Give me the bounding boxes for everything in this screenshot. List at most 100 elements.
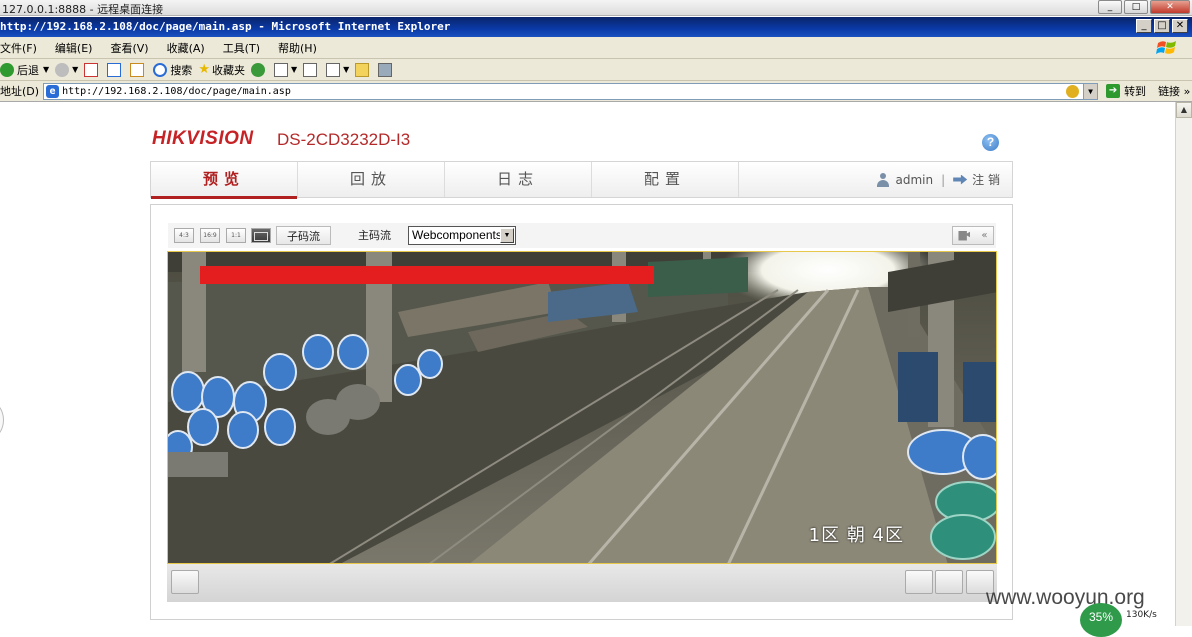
sub-stream-tab[interactable]: 子码流 bbox=[276, 226, 331, 245]
search-button[interactable]: 搜索 bbox=[153, 62, 192, 78]
ptz-toggle-button[interactable]: « bbox=[952, 226, 994, 245]
ratio-1-1-button[interactable]: 1:1 bbox=[226, 228, 246, 243]
favorites-button[interactable]: ★ 收藏夹 bbox=[198, 62, 245, 78]
star-icon: ★ bbox=[198, 62, 210, 77]
home-button[interactable] bbox=[130, 62, 147, 77]
ratio-auto-button[interactable] bbox=[251, 228, 271, 243]
main-stream-tab[interactable]: 主码流 bbox=[348, 226, 401, 245]
mail-dropdown-icon[interactable]: ▼ bbox=[291, 65, 297, 74]
preview-control-bar: 4:3 16:9 1:1 子码流 主码流 Webcomponents ▼ « bbox=[168, 223, 996, 248]
collapse-chevron-icon: « bbox=[981, 230, 988, 241]
plugin-dropdown-icon[interactable]: ▼ bbox=[500, 228, 514, 243]
remote-desktop-controls: _ □ ✕ bbox=[1098, 0, 1190, 14]
mail-button[interactable]: ▼ bbox=[273, 62, 297, 77]
edit-button[interactable]: ▼ bbox=[326, 62, 349, 77]
stop-icon bbox=[84, 62, 99, 77]
home-icon bbox=[130, 62, 145, 77]
print-button[interactable] bbox=[303, 62, 320, 77]
mail-icon bbox=[273, 62, 288, 77]
scroll-up-icon[interactable]: ▲ bbox=[1176, 102, 1192, 118]
ratio-4-3-button[interactable]: 4:3 bbox=[174, 228, 194, 243]
tab-playback[interactable]: 回放 bbox=[298, 162, 445, 197]
menu-view[interactable]: 查看(V) bbox=[110, 40, 148, 56]
menu-help[interactable]: 帮助(H) bbox=[278, 40, 317, 56]
folder-icon bbox=[355, 62, 370, 77]
logout-link[interactable]: 注 销 bbox=[972, 171, 1000, 188]
address-value: http://192.168.2.108/doc/page/main.asp bbox=[62, 85, 291, 97]
history-button[interactable] bbox=[250, 62, 268, 77]
favorites-label: 收藏夹 bbox=[211, 63, 245, 77]
rdp-minimize-button[interactable]: _ bbox=[1098, 0, 1122, 14]
windows-logo-icon bbox=[1156, 41, 1176, 54]
rdp-maximize-button[interactable]: □ bbox=[1124, 0, 1148, 14]
ie-close-button[interactable]: ✕ bbox=[1172, 19, 1188, 33]
user-area: admin | 注 销 bbox=[876, 162, 1000, 197]
links-label: 链接 bbox=[1158, 85, 1181, 98]
hikvision-logo: HIKVISION bbox=[152, 128, 254, 149]
logout-icon[interactable] bbox=[953, 174, 968, 185]
ie-toolbar: 后退 ▼ ▼ 搜索 ★ 收藏夹 ▼ ▼ bbox=[0, 59, 1192, 81]
preview-toggle-button[interactable] bbox=[171, 570, 199, 594]
menu-edit[interactable]: 编辑(E) bbox=[55, 40, 93, 56]
menu-file[interactable]: 文件(F) bbox=[0, 40, 37, 56]
user-separator: | bbox=[941, 172, 946, 187]
plugin-select-value: Webcomponents bbox=[412, 228, 502, 242]
compat-icon[interactable] bbox=[1066, 84, 1080, 98]
back-button[interactable]: 后退 ▼ bbox=[0, 62, 49, 78]
device-model: DS-2CD3232D-I3 bbox=[277, 130, 411, 149]
remote-desktop-title: 127.0.0.1:8888 - 远程桌面连接 bbox=[2, 3, 164, 16]
video-osd-text: 1区 朝 4区 bbox=[808, 525, 904, 546]
ie-address-bar: 地址(D) e http://192.168.2.108/doc/page/ma… bbox=[0, 81, 1192, 102]
address-dropdown-icon[interactable]: ▼ bbox=[1083, 83, 1098, 99]
edit-icon bbox=[326, 62, 341, 77]
refresh-button[interactable] bbox=[107, 62, 124, 77]
vertical-scrollbar[interactable]: ▲ bbox=[1175, 102, 1192, 626]
search-icon bbox=[153, 62, 168, 77]
menu-favorites[interactable]: 收藏(A) bbox=[167, 40, 205, 56]
tab-log[interactable]: 日志 bbox=[445, 162, 592, 197]
print-icon bbox=[303, 62, 318, 77]
ie-menubar: 文件(F) 编辑(E) 查看(V) 收藏(A) 工具(T) 帮助(H) bbox=[0, 37, 1192, 59]
go-label: 转到 bbox=[1124, 85, 1147, 98]
ptz-camera-icon bbox=[958, 230, 971, 241]
ie-maximize-button[interactable]: □ bbox=[1154, 19, 1170, 33]
plugin-select[interactable]: Webcomponents ▼ bbox=[408, 226, 516, 245]
links-button[interactable]: 链接 » bbox=[1158, 83, 1190, 99]
live-video[interactable]: 1区 朝 4区 bbox=[167, 251, 997, 564]
links-chevron-icon: » bbox=[1183, 85, 1191, 98]
edit-dropdown-icon[interactable]: ▼ bbox=[343, 65, 349, 74]
forward-dropdown-icon[interactable]: ▼ bbox=[72, 65, 78, 74]
ie-minimize-button[interactable]: _ bbox=[1136, 19, 1152, 33]
user-icon bbox=[876, 172, 890, 187]
remote-desktop-titlebar: 127.0.0.1:8888 - 远程桌面连接 _ □ ✕ bbox=[0, 0, 1192, 16]
address-input[interactable]: e http://192.168.2.108/doc/page/main.asp… bbox=[43, 82, 1099, 100]
ie-titlebar: http://192.168.2.108/doc/page/main.asp -… bbox=[0, 17, 1192, 37]
menu-tools[interactable]: 工具(T) bbox=[223, 40, 260, 56]
record-button[interactable] bbox=[935, 570, 963, 594]
tab-config[interactable]: 配置 bbox=[592, 162, 739, 197]
back-dropdown-icon[interactable]: ▼ bbox=[43, 65, 49, 74]
video-bottom-toolbar bbox=[167, 564, 997, 602]
discuss-button[interactable] bbox=[355, 62, 372, 77]
history-icon bbox=[250, 62, 265, 77]
ratio-16-9-button[interactable]: 16:9 bbox=[200, 228, 220, 243]
go-arrow-icon: ➔ bbox=[1106, 84, 1121, 98]
preview-panel: 4:3 16:9 1:1 子码流 主码流 Webcomponents ▼ « 1… bbox=[150, 204, 1013, 620]
forward-button[interactable]: ▼ bbox=[55, 62, 78, 77]
address-label: 地址(D) bbox=[0, 85, 40, 98]
go-button[interactable]: ➔ 转到 bbox=[1106, 83, 1146, 99]
stop-button[interactable] bbox=[84, 62, 101, 77]
network-speed: 130K/s bbox=[1126, 610, 1157, 620]
help-icon[interactable]: ? bbox=[982, 134, 999, 151]
tab-preview[interactable]: 预览 bbox=[151, 162, 298, 199]
messenger-button[interactable] bbox=[378, 62, 395, 77]
username: admin bbox=[895, 172, 934, 187]
messenger-icon bbox=[378, 62, 393, 77]
capture-button[interactable] bbox=[905, 570, 933, 594]
network-percent-badge: 35% bbox=[1080, 603, 1122, 637]
video-frame bbox=[168, 252, 996, 563]
rdp-close-button[interactable]: ✕ bbox=[1150, 0, 1190, 14]
side-handle[interactable] bbox=[0, 402, 4, 438]
search-label: 搜索 bbox=[170, 63, 193, 77]
forward-arrow-icon bbox=[55, 62, 70, 77]
